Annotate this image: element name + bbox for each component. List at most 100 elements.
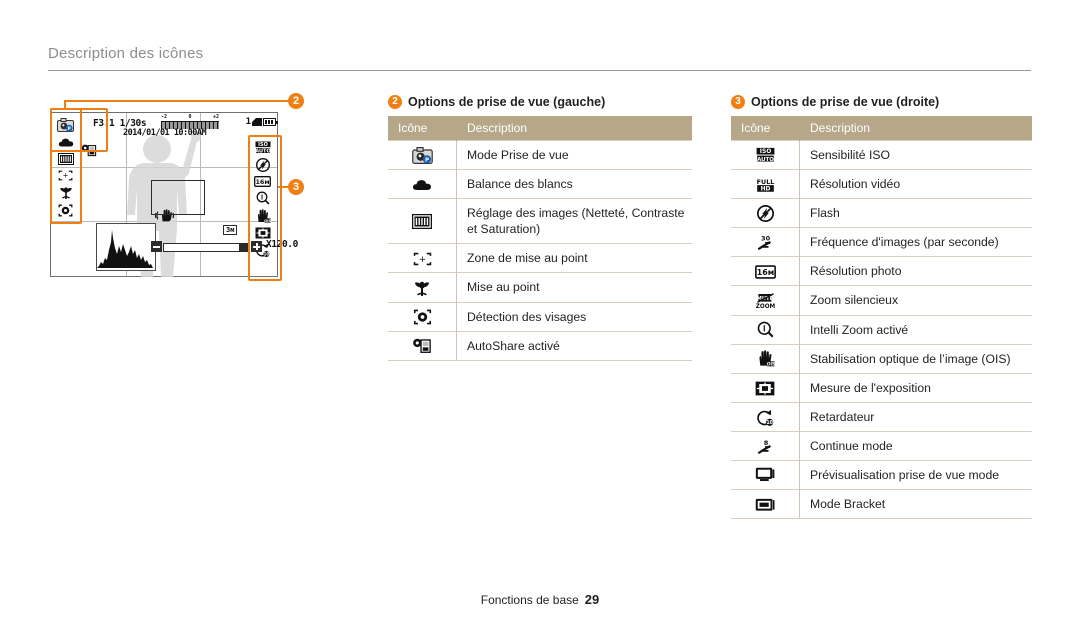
time-text: 10:00AM bbox=[173, 128, 207, 138]
callout-badge-2: 2 bbox=[288, 93, 304, 109]
row-icon-cell bbox=[731, 198, 800, 228]
table-row: P Mode Prise de vue bbox=[388, 139, 692, 170]
row-icon-cell bbox=[388, 330, 457, 361]
section-title: Options de prise de vue (gauche) bbox=[408, 95, 606, 109]
table-row: Flash bbox=[731, 198, 1032, 228]
row-label: Fréquence d'images (par seconde) bbox=[799, 227, 1032, 257]
row-icon-cell: 10 bbox=[731, 401, 800, 432]
row-label: Résolution vidéo bbox=[799, 169, 1032, 199]
svg-text:AUTO: AUTO bbox=[757, 157, 774, 163]
row-label: Prévisualisation prise de vue mode bbox=[799, 460, 1032, 490]
table-header-row: Icône Description bbox=[731, 116, 1032, 141]
iso-icon: ISO AUTO bbox=[756, 147, 775, 163]
row-icon-cell bbox=[731, 314, 800, 345]
bracket-icon bbox=[755, 498, 775, 512]
zoom-out-button[interactable] bbox=[151, 241, 162, 252]
row-icon-cell: OIS bbox=[731, 343, 800, 374]
row-icon-cell bbox=[731, 489, 800, 520]
intelli-zoom-icon bbox=[757, 321, 774, 338]
row-label: Détection des visages bbox=[456, 301, 692, 332]
table-row: Détection des visages bbox=[388, 301, 692, 332]
svg-text:ZOOM: ZOOM bbox=[756, 304, 775, 309]
date-text: 2014/01/01 bbox=[123, 128, 170, 138]
row-label: Zone de mise au point bbox=[456, 243, 692, 273]
memory-card-icon bbox=[252, 118, 262, 126]
svg-text:P: P bbox=[424, 157, 428, 163]
svg-text:10: 10 bbox=[766, 420, 773, 426]
callout-leader-top bbox=[64, 100, 292, 102]
callout-box-left-upper bbox=[50, 108, 108, 152]
icon-table-left: Icône Description P Mode Prise de vue Ba… bbox=[388, 116, 692, 361]
section-shooting-options-left: 2 Options de prise de vue (gauche) Icône… bbox=[388, 95, 692, 361]
table-row: AutoShare activé bbox=[388, 330, 692, 361]
page-title: Description des icônes bbox=[48, 45, 204, 62]
table-row: 30 Fréquence d'images (par seconde) bbox=[731, 227, 1032, 257]
table-row: + Zone de mise au point bbox=[388, 243, 692, 273]
column-header-icon: Icône bbox=[388, 116, 457, 141]
svg-text:+: + bbox=[418, 255, 425, 265]
flash-icon bbox=[756, 204, 774, 222]
face-detection-icon bbox=[413, 309, 432, 325]
silent-zoom-icon: MUTE ZOOM bbox=[755, 293, 775, 310]
histogram bbox=[96, 223, 156, 271]
row-label: AutoShare activé bbox=[456, 330, 692, 361]
table-row: 8 Continue mode bbox=[731, 430, 1032, 461]
table-row: Intelli Zoom activé bbox=[731, 314, 1032, 345]
section-badge: 3 bbox=[731, 95, 745, 109]
table-row: Prévisualisation prise de vue mode bbox=[731, 460, 1032, 490]
continuous-icon: 8 bbox=[757, 438, 773, 455]
section-shooting-options-right: 3 Options de prise de vue (droite) Icône… bbox=[731, 95, 1032, 520]
table-row: FULL HD Résolution vidéo bbox=[731, 169, 1032, 199]
icon-table-right: Icône Description ISO AUTO Sensibilité IS… bbox=[731, 116, 1032, 520]
zoom-slider[interactable] bbox=[163, 243, 249, 252]
table-row: Balance des blancs bbox=[388, 169, 692, 199]
autoshare-icon bbox=[412, 338, 432, 354]
row-icon-cell bbox=[731, 372, 800, 403]
datetime-readout: 2014/01/01 10:00AM bbox=[123, 128, 207, 138]
row-label: Balance des blancs bbox=[456, 169, 692, 199]
exposure-scale: -2 0 +2 bbox=[161, 114, 219, 129]
row-label: Intelli Zoom activé bbox=[799, 314, 1032, 345]
metering-icon bbox=[755, 381, 775, 396]
macro-focus-icon bbox=[413, 280, 431, 296]
row-icon-cell: 16м bbox=[731, 256, 800, 286]
table-row: Mesure de l'exposition bbox=[731, 372, 1032, 403]
table-row: Mise au point bbox=[388, 272, 692, 303]
row-label: Zoom silencieux bbox=[799, 285, 1032, 316]
table-row: 16м Résolution photo bbox=[731, 256, 1032, 286]
table-row: Mode Bracket bbox=[731, 489, 1032, 520]
row-icon-cell: ISO AUTO bbox=[731, 139, 800, 170]
row-icon-cell bbox=[388, 198, 457, 244]
timer-icon: 10 bbox=[756, 409, 774, 426]
svg-text:30: 30 bbox=[761, 235, 771, 243]
table-header-row: Icône Description bbox=[388, 116, 692, 141]
callout-box-right-column bbox=[248, 135, 282, 281]
section-header: 3 Options de prise de vue (droite) bbox=[731, 95, 1032, 109]
row-label: Continue mode bbox=[799, 430, 1032, 461]
battery-icon bbox=[263, 118, 278, 126]
page-footer: Fonctions de base 29 bbox=[0, 592, 1080, 607]
svg-text:16м: 16м bbox=[756, 268, 773, 277]
frame-rate-icon: 30 bbox=[757, 234, 773, 251]
title-divider bbox=[48, 70, 1031, 71]
row-label: Flash bbox=[799, 198, 1032, 228]
column-header-icon: Icône bbox=[731, 116, 800, 141]
svg-text:8: 8 bbox=[764, 438, 769, 446]
row-icon-cell bbox=[388, 169, 457, 199]
white-balance-icon bbox=[412, 178, 432, 192]
shots-remaining: 1 bbox=[246, 117, 251, 127]
column-header-description: Description bbox=[456, 116, 692, 141]
table-row: ISO AUTO Sensibilité ISO bbox=[731, 139, 1032, 170]
footer-label: Fonctions de base bbox=[480, 593, 579, 607]
row-label: Mise au point bbox=[456, 272, 692, 303]
svg-text:HD: HD bbox=[760, 185, 770, 192]
zoom-slider-handle[interactable] bbox=[239, 244, 248, 251]
row-icon-cell: + bbox=[388, 243, 457, 273]
svg-text:OIS: OIS bbox=[766, 362, 774, 367]
footer-page-number: 29 bbox=[584, 592, 600, 607]
row-label: Réglage des images (Netteté, Contraste e… bbox=[456, 198, 692, 244]
row-label: Sensibilité ISO bbox=[799, 139, 1032, 170]
row-icon-cell: FULL HD bbox=[731, 169, 800, 199]
ev-min-label: -2 bbox=[161, 114, 168, 120]
row-icon-cell bbox=[388, 272, 457, 303]
